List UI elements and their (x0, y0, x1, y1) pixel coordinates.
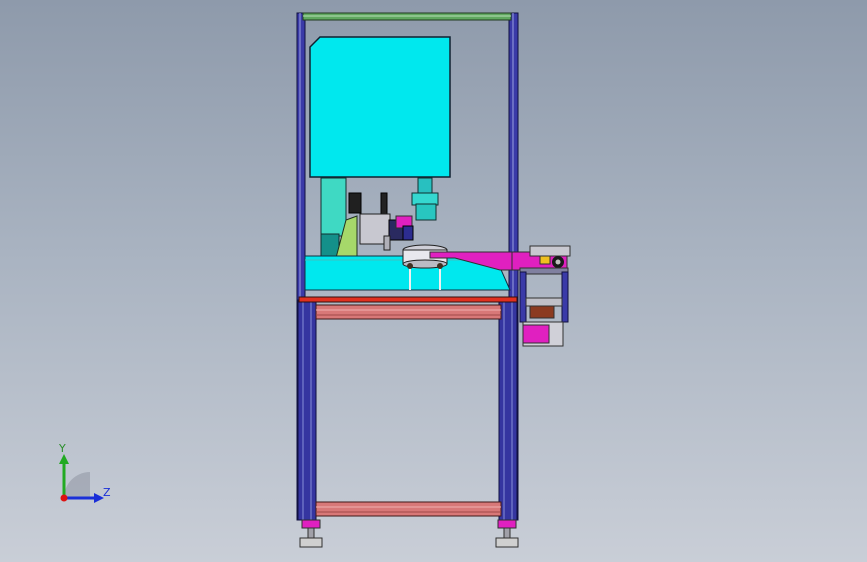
machine-assembly-model[interactable] (0, 0, 867, 562)
cyan-control-cabinet (309, 36, 451, 178)
lower-base-rail (315, 501, 502, 517)
left-leveling-foot (299, 519, 323, 548)
z-axis-label: Z (103, 486, 111, 499)
coordinate-triad[interactable]: Y Z (44, 440, 124, 510)
gripper-assembly (348, 192, 414, 251)
y-axis-label: Y (59, 442, 66, 455)
drive-unit (519, 271, 569, 347)
cad-viewport[interactable]: Y Z (0, 0, 867, 562)
right-leveling-foot (495, 519, 519, 548)
upper-table-rail (298, 296, 518, 320)
triad-arrows-icon (59, 454, 104, 503)
top-crossbar (302, 12, 512, 21)
spindle-head (411, 177, 439, 221)
